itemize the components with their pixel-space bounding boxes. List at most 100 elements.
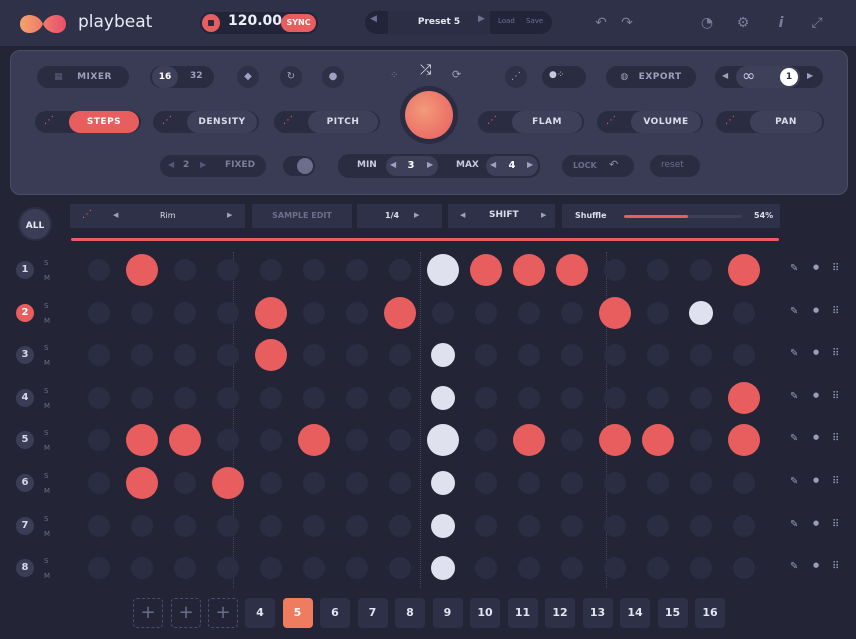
page-button[interactable]: 10 xyxy=(470,598,500,628)
step-cell[interactable] xyxy=(388,472,411,494)
step-cell[interactable] xyxy=(173,472,196,494)
steps-link-icon[interactable]: ⋰ xyxy=(44,115,54,126)
step-cell[interactable] xyxy=(689,386,712,409)
solo-button[interactable]: S xyxy=(44,343,48,353)
add-page-button[interactable]: + xyxy=(208,598,238,628)
gauge-icon[interactable]: ◔ xyxy=(698,14,716,32)
step-cell[interactable] xyxy=(646,259,669,281)
step-cell[interactable] xyxy=(216,514,239,537)
step-cell[interactable] xyxy=(560,557,583,580)
row-number-badge[interactable]: 6 xyxy=(16,474,34,492)
length-32-button[interactable]: 32 xyxy=(190,71,203,81)
step-cell[interactable] xyxy=(211,467,244,499)
step-cell[interactable] xyxy=(646,386,669,409)
step-cell[interactable] xyxy=(474,344,497,367)
step-cell[interactable] xyxy=(555,254,588,286)
step-cell[interactable] xyxy=(87,344,110,367)
page-button[interactable]: 6 xyxy=(320,598,350,628)
mute-button[interactable]: M xyxy=(44,571,50,581)
page-button[interactable]: 8 xyxy=(395,598,425,628)
step-cell[interactable] xyxy=(474,557,497,580)
max-value[interactable]: 4 xyxy=(505,160,519,171)
dot-icon[interactable]: ● xyxy=(813,519,819,527)
step-cell[interactable] xyxy=(345,259,368,281)
step-cell[interactable] xyxy=(302,386,325,409)
mute-button[interactable]: M xyxy=(44,529,50,539)
mute-button[interactable]: M xyxy=(44,316,50,326)
preset-load-button[interactable]: Load xyxy=(498,17,515,25)
mute-button[interactable]: M xyxy=(44,401,50,411)
step-cell[interactable] xyxy=(87,514,110,537)
add-page-button[interactable]: + xyxy=(171,598,201,628)
step-cell[interactable] xyxy=(727,381,760,414)
step-cell[interactable] xyxy=(173,301,196,324)
step-cell[interactable] xyxy=(646,514,669,537)
step-cell[interactable] xyxy=(168,424,201,457)
step-cell[interactable] xyxy=(732,301,755,324)
step-cell[interactable] xyxy=(173,259,196,281)
sync-button[interactable]: SYNC xyxy=(281,14,316,32)
pencil-icon[interactable]: ✎ xyxy=(790,476,798,487)
row-number-badge[interactable]: 4 xyxy=(16,388,34,407)
step-cell[interactable] xyxy=(87,301,110,324)
min-value[interactable]: 3 xyxy=(404,160,418,171)
sample-name[interactable]: Rim xyxy=(160,211,176,220)
step-cell[interactable] xyxy=(560,386,583,409)
drag-handle-icon[interactable]: ⠿ xyxy=(832,348,839,359)
pencil-icon[interactable]: ✎ xyxy=(790,519,798,530)
step-cell[interactable] xyxy=(474,472,497,494)
step-cell[interactable] xyxy=(259,472,282,494)
mixer-button[interactable]: ▦ MIXER xyxy=(37,66,129,88)
step-cell[interactable] xyxy=(517,301,540,324)
drag-handle-icon[interactable]: ⠿ xyxy=(832,391,839,402)
step-cell[interactable] xyxy=(345,472,368,494)
step-cell[interactable] xyxy=(302,472,325,494)
volume-button[interactable]: VOLUME xyxy=(631,111,701,133)
flam-link-icon[interactable]: ⋰ xyxy=(487,115,497,126)
step-cell[interactable] xyxy=(732,472,755,494)
mute-button[interactable]: M xyxy=(44,486,50,496)
step-cell[interactable] xyxy=(430,343,455,368)
step-cell[interactable] xyxy=(87,259,110,281)
bpm-value[interactable]: 120.00 xyxy=(228,13,282,29)
step-cell[interactable] xyxy=(688,300,713,325)
step-cell[interactable] xyxy=(426,424,459,457)
step-cell[interactable] xyxy=(727,424,760,457)
step-cell[interactable] xyxy=(517,472,540,494)
step-cell[interactable] xyxy=(689,259,712,281)
step-cell[interactable] xyxy=(646,344,669,367)
scatter-icon[interactable]: ⁘ xyxy=(390,70,398,81)
page-button[interactable]: 9 xyxy=(432,598,463,628)
pencil-icon[interactable]: ✎ xyxy=(790,348,798,359)
row-number-badge[interactable]: 3 xyxy=(16,346,34,365)
step-cell[interactable] xyxy=(259,557,282,580)
shuffle-icon[interactable]: ⤮ xyxy=(420,62,431,78)
step-cell[interactable] xyxy=(297,424,330,457)
step-cell[interactable] xyxy=(517,344,540,367)
step-cell[interactable] xyxy=(173,386,196,409)
drag-handle-icon[interactable]: ⠿ xyxy=(832,433,839,444)
step-cell[interactable] xyxy=(560,301,583,324)
step-cell[interactable] xyxy=(689,344,712,367)
dot-icon[interactable]: ● xyxy=(813,476,819,484)
step-cell[interactable] xyxy=(216,386,239,409)
drag-handle-icon[interactable]: ⠿ xyxy=(832,476,839,487)
rate-value[interactable]: 1/4 xyxy=(385,211,399,220)
step-cell[interactable] xyxy=(603,557,626,580)
pan-link-icon[interactable]: ⋰ xyxy=(725,115,735,126)
solo-button[interactable]: S xyxy=(44,301,48,311)
length-16-button[interactable]: 16 xyxy=(152,66,178,88)
step-cell[interactable] xyxy=(345,386,368,409)
solo-button[interactable]: S xyxy=(44,514,48,524)
step-cell[interactable] xyxy=(216,301,239,324)
resize-icon[interactable]: ⤢ xyxy=(808,14,826,32)
page-button[interactable]: 16 xyxy=(695,598,725,628)
redo-icon[interactable]: ↷ xyxy=(618,14,636,32)
step-cell[interactable] xyxy=(173,557,196,580)
row-number-badge[interactable]: 7 xyxy=(16,516,34,535)
row-number-badge[interactable]: 2 xyxy=(16,303,34,322)
shift-prev-icon[interactable]: ◀ xyxy=(460,211,465,219)
pencil-icon[interactable]: ✎ xyxy=(790,391,798,402)
sample-link-icon[interactable]: ⋰ xyxy=(82,209,92,220)
page-button[interactable]: 14 xyxy=(620,598,650,628)
